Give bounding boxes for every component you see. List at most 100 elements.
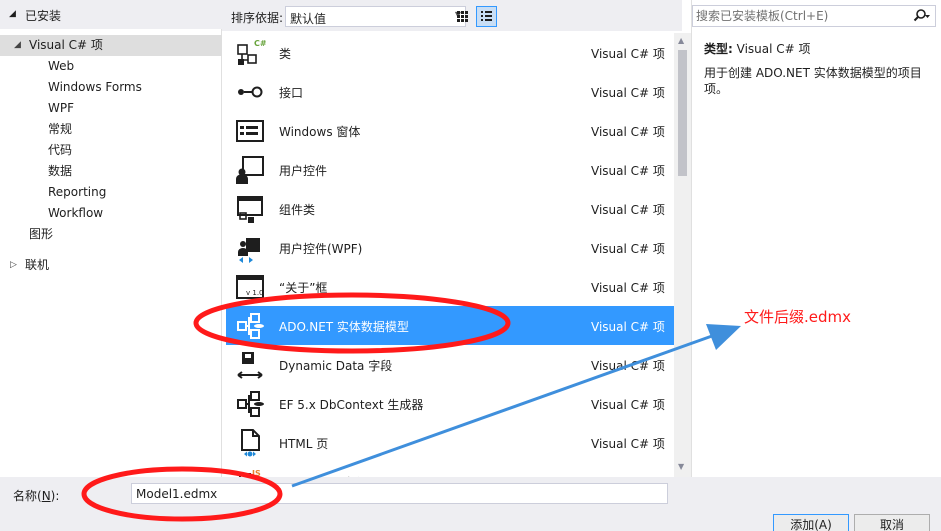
template-description: 用于创建 ADO.NET 实体数据模型的项目项。 — [704, 66, 922, 96]
cancel-button[interactable]: 取消 — [854, 514, 930, 531]
tree-item[interactable]: ▷ 联机 — [0, 255, 222, 276]
template-name: 用户控件 — [279, 164, 328, 178]
tree-item[interactable]: Windows Forms — [0, 77, 222, 98]
tree-item[interactable]: 数据 — [0, 161, 222, 182]
template-list-scrollbar[interactable]: ▲ ▼ — [674, 33, 691, 477]
template-type-cell: Visual C# 项 — [591, 86, 665, 100]
template-name: 用户控件(WPF) — [279, 242, 363, 256]
tree-item[interactable]: 常规 — [0, 119, 222, 140]
annotation-text: 文件后缀.edmx — [744, 308, 852, 326]
tree-item[interactable]: ◢ Visual C# 项 — [0, 35, 222, 56]
tree-item-label: Windows Forms — [48, 80, 142, 94]
about-box-icon: v 1.0 — [234, 271, 266, 303]
template-list: C# 类 Visual C# 项接口 Visual C# 项 Windows 窗体 Vis… — [226, 33, 674, 477]
template-type-cell: Visual C# 项 — [591, 437, 665, 451]
name-label-suffix: ): — [50, 489, 60, 503]
tree-item-label: Workflow — [48, 206, 104, 220]
template-row[interactable]: 用户控件 Visual C# 项 — [226, 150, 674, 189]
template-row[interactable]: v 1.0 “关于”框 Visual C# 项 — [226, 267, 674, 306]
tree-item-label: Web — [48, 59, 75, 73]
template-row[interactable]: C# 类 Visual C# 项 — [226, 33, 674, 72]
tree-item[interactable]: Web — [0, 56, 222, 77]
template-row[interactable]: 接口 Visual C# 项 — [226, 72, 674, 111]
template-type-cell: Visual C# 项 — [591, 398, 665, 412]
scrollbar-thumb[interactable] — [678, 50, 687, 176]
svg-text:C#: C# — [254, 39, 266, 48]
svg-text:v 1.0: v 1.0 — [246, 289, 264, 297]
html-page-icon — [234, 427, 266, 459]
wpf-user-control-icon — [234, 232, 266, 264]
template-type-cell: Visual C# 项 — [591, 203, 665, 217]
template-name: 组件类 — [279, 203, 316, 217]
template-name: “关于”框 — [279, 281, 328, 295]
name-label-access-key: N — [41, 489, 51, 503]
tree-item-label: 联机 — [25, 258, 50, 272]
scroll-up-icon[interactable]: ▲ — [678, 36, 684, 45]
bottom-bar: 名称(N): 添加(A) 取消 — [0, 477, 941, 531]
template-type-cell: Visual C# 项 — [591, 281, 665, 295]
collapsed-triangle-icon[interactable]: ▷ — [10, 255, 17, 276]
template-type-cell: Visual C# 项 — [591, 359, 665, 373]
tree-item[interactable]: 代码 — [0, 140, 222, 161]
javascript-file-icon: JS — [234, 466, 266, 477]
template-type-cell: Visual C# 项 — [591, 164, 665, 178]
tree-item[interactable]: 图形 — [0, 224, 222, 245]
template-type-label: 类型: — [704, 42, 733, 56]
template-name: 类 — [279, 47, 292, 61]
svg-text:JS: JS — [251, 469, 261, 477]
interface-icon — [234, 76, 266, 108]
sort-dropdown[interactable]: 默认值 ▼ — [285, 6, 466, 27]
template-name: 接口 — [279, 86, 304, 100]
template-row[interactable]: Dynamic Data 字段 Visual C# 项 — [226, 345, 674, 384]
template-row[interactable]: Windows 窗体 Visual C# 项 — [226, 111, 674, 150]
component-class-icon — [234, 193, 266, 225]
template-row[interactable]: 组件类 Visual C# 项 — [226, 189, 674, 228]
scroll-down-icon[interactable]: ▼ — [678, 462, 684, 471]
sort-label: 排序依据: — [231, 11, 284, 25]
sort-dropdown-value: 默认值 — [290, 12, 327, 26]
collapse-triangle-icon: ◢ — [9, 9, 16, 19]
dynamic-data-icon — [234, 349, 266, 381]
tree-item-label: WPF — [48, 101, 75, 115]
template-row[interactable]: JSJavaScript 文件Visual C# 项 — [226, 462, 674, 477]
tree-item-label: 数据 — [48, 164, 73, 178]
template-name: EF 5.x DbContext 生成器 — [279, 398, 424, 412]
installed-header[interactable]: ◢ 已安装 — [0, 0, 222, 29]
installed-header-label: 已安装 — [25, 9, 62, 23]
name-label: 名称(N): — [13, 487, 59, 504]
template-name: HTML 页 — [279, 437, 329, 451]
tree-item[interactable]: Workflow — [0, 203, 222, 224]
entity-model-icon — [234, 310, 266, 342]
template-row[interactable]: ADO.NET 实体数据模型 Visual C# 项 — [226, 306, 674, 345]
search-box[interactable] — [692, 5, 936, 27]
template-row[interactable]: EF 5.x DbContext 生成器 Visual C# 项 — [226, 384, 674, 423]
search-input[interactable] — [696, 8, 906, 24]
template-row[interactable]: HTML 页 Visual C# 项 — [226, 423, 674, 462]
small-icons-view-button[interactable] — [452, 6, 473, 27]
windows-form-icon — [234, 115, 266, 147]
list-view-icon — [481, 11, 492, 21]
add-button[interactable]: 添加(A) — [773, 514, 849, 531]
expanded-triangle-icon[interactable]: ◢ — [14, 35, 21, 56]
name-input[interactable] — [131, 483, 668, 504]
tree-item-label: 常规 — [48, 122, 73, 136]
grid-view-icon — [457, 11, 468, 22]
list-view-button[interactable] — [476, 6, 497, 27]
template-type-cell: Visual C# 项 — [591, 125, 665, 139]
template-row[interactable]: 用户控件(WPF) Visual C# 项 — [226, 228, 674, 267]
search-icon[interactable] — [913, 8, 931, 24]
template-type-value: Visual C# 项 — [736, 42, 811, 56]
tree-item-label: 图形 — [29, 227, 54, 241]
template-type-cell: Visual C# 项 — [591, 47, 665, 61]
template-type-cell: Visual C# 项 — [591, 320, 665, 334]
dbcontext-generator-icon — [234, 388, 266, 420]
template-name: Windows 窗体 — [279, 125, 361, 139]
tree-item-label: 代码 — [48, 143, 73, 157]
tree-item[interactable]: Reporting — [0, 182, 222, 203]
template-type: 类型: Visual C# 项 — [704, 40, 811, 57]
csharp-class-icon: C# — [234, 37, 267, 69]
template-type-cell: Visual C# 项 — [591, 242, 665, 256]
tree-item[interactable]: WPF — [0, 98, 222, 119]
tree-item-label: Reporting — [48, 185, 107, 199]
category-tree-panel: ◢ 已安装 ◢ Visual C# 项 Web Windows Forms WPF 常规代… — [0, 0, 222, 477]
